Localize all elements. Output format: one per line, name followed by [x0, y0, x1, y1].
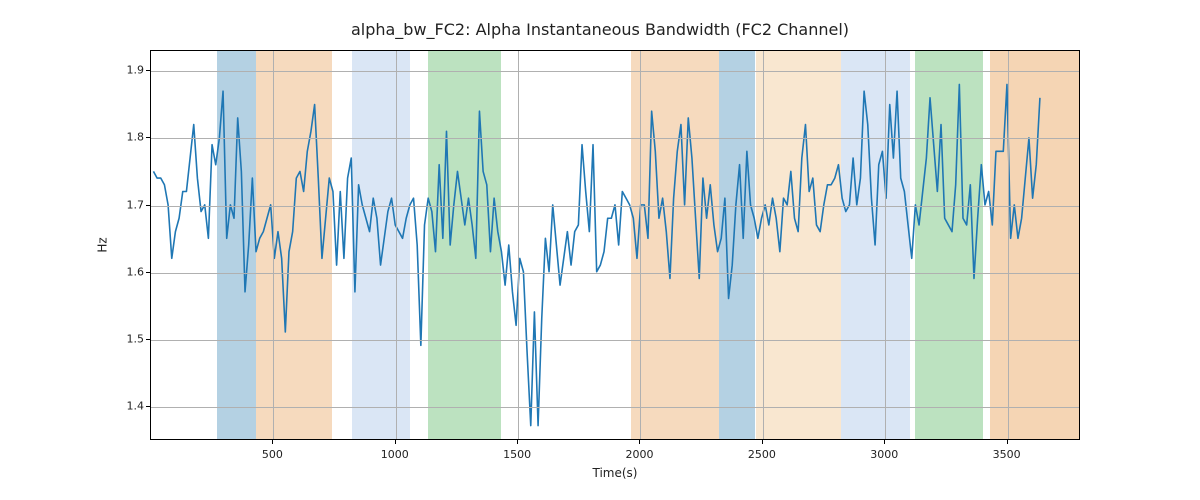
gridline-vertical: [273, 51, 274, 439]
gridline-horizontal: [151, 407, 1079, 408]
y-tick-mark: [146, 205, 150, 206]
y-tick-label: 1.8: [104, 131, 144, 144]
x-tick-mark: [762, 440, 763, 444]
x-tick-mark: [517, 440, 518, 444]
y-tick-mark: [146, 70, 150, 71]
gridline-vertical: [396, 51, 397, 439]
y-tick-label: 1.6: [104, 265, 144, 278]
x-tick-label: 1000: [381, 448, 409, 461]
x-tick-label: 2000: [625, 448, 653, 461]
data-line: [153, 84, 1039, 425]
gridline-vertical: [1008, 51, 1009, 439]
chart-title: alpha_bw_FC2: Alpha Instantaneous Bandwi…: [0, 20, 1200, 39]
x-tick-mark: [1007, 440, 1008, 444]
x-tick-mark: [884, 440, 885, 444]
x-tick-label: 3000: [870, 448, 898, 461]
y-axis-label: Hz: [96, 237, 110, 252]
gridline-vertical: [763, 51, 764, 439]
y-tick-mark: [146, 137, 150, 138]
x-tick-label: 3500: [993, 448, 1021, 461]
x-tick-label: 500: [262, 448, 283, 461]
y-axis-label-container: Hz: [96, 50, 110, 440]
x-tick-label: 1500: [503, 448, 531, 461]
y-tick-label: 1.9: [104, 64, 144, 77]
gridline-horizontal: [151, 273, 1079, 274]
gridline-vertical: [885, 51, 886, 439]
x-tick-label: 2500: [748, 448, 776, 461]
gridline-vertical: [518, 51, 519, 439]
figure: alpha_bw_FC2: Alpha Instantaneous Bandwi…: [0, 0, 1200, 500]
gridline-horizontal: [151, 71, 1079, 72]
y-tick-label: 1.5: [104, 333, 144, 346]
gridline-horizontal: [151, 206, 1079, 207]
gridline-vertical: [640, 51, 641, 439]
plot-svg: [151, 51, 1079, 439]
x-tick-mark: [639, 440, 640, 444]
y-tick-label: 1.7: [104, 198, 144, 211]
plot-area: [150, 50, 1080, 440]
y-tick-mark: [146, 339, 150, 340]
y-tick-mark: [146, 406, 150, 407]
x-axis-label: Time(s): [150, 466, 1080, 480]
x-tick-mark: [272, 440, 273, 444]
y-tick-label: 1.4: [104, 400, 144, 413]
x-tick-mark: [395, 440, 396, 444]
gridline-horizontal: [151, 340, 1079, 341]
gridline-horizontal: [151, 138, 1079, 139]
y-tick-mark: [146, 272, 150, 273]
